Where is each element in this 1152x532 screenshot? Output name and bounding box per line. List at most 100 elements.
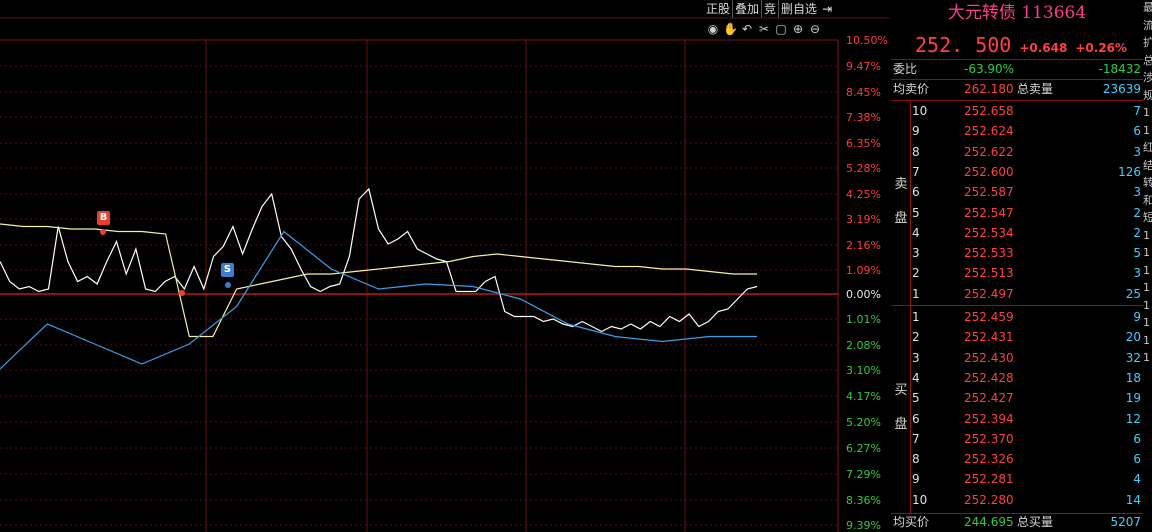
y-tick-label: 10.50% (846, 34, 888, 47)
edge-strip-char: 流 (1143, 18, 1152, 32)
ask-qty: 2 (1133, 225, 1141, 240)
y-tick-label: 7.29% (846, 468, 881, 481)
avg-sell-row: 均卖价 262.180 总卖量 23639 (891, 79, 1143, 99)
edge-strip-char: 1 (1143, 246, 1150, 259)
y-tick-label: 5.20% (846, 416, 881, 429)
ask-qty: 7 (1133, 104, 1141, 118)
total-buy-label: 总买量 (1017, 515, 1054, 529)
bid-row[interactable]: 8 252.326 6 (891, 449, 1143, 469)
security-name: 大元转债 (947, 3, 1016, 23)
y-tick-label: 6.27% (846, 442, 881, 455)
y-tick-label: 2.08% (846, 339, 881, 352)
ask-row[interactable]: 7 252.600 126 (891, 162, 1143, 182)
ask-level: 4 (912, 225, 920, 240)
ask-row[interactable]: 3 252.533 5 (891, 243, 1143, 263)
bid-qty: 14 (1125, 492, 1141, 507)
y-tick-label: 9.47% (846, 60, 881, 73)
edge-strip-char: 总 (1143, 53, 1152, 67)
bid-price: 252.394 (964, 411, 1014, 426)
ask-price: 252.513 (964, 266, 1014, 281)
edge-strip-char: 1 (1143, 123, 1150, 137)
ask-qty: 2 (1133, 205, 1141, 220)
bid-price: 252.370 (964, 431, 1014, 446)
ask-price: 252.658 (964, 104, 1014, 118)
edge-strip-char: 1 (1143, 263, 1150, 277)
ask-row[interactable]: 9 252.624 6 (891, 121, 1143, 141)
weibi-pct: -63.90% (964, 62, 1015, 76)
ask-row[interactable]: 6 252.587 3 (891, 182, 1143, 202)
ask-row[interactable]: 10 252.658 7 (891, 101, 1143, 121)
y-tick-label: 4.17% (846, 390, 881, 403)
ask-row[interactable]: 5 252.547 2 (891, 203, 1143, 223)
bid-row[interactable]: 4 252.428 18 (891, 368, 1143, 388)
marker-dot (225, 282, 231, 288)
zoom-out-icon[interactable]: ⊖ (808, 21, 822, 37)
bid-price: 252.281 (964, 472, 1014, 487)
y-tick-label: 1.01% (846, 313, 881, 326)
ask-price: 252.533 (964, 246, 1014, 261)
bid-level: 6 (912, 411, 920, 426)
chart-toolbar: 正股 叠加 竞 删自选 ⇥ (704, 0, 835, 18)
lock-icon[interactable]: ▢ (774, 21, 788, 37)
chart-tools: ◉ ✋ ↶ ✂ ▢ ⊕ ⊖ (706, 21, 822, 37)
ask-level: 9 (912, 124, 920, 139)
undo-icon[interactable]: ↶ (740, 21, 754, 37)
ask-level: 7 (912, 164, 920, 179)
bid-row[interactable]: 7 252.370 6 (891, 429, 1143, 449)
ask-qty: 6 (1133, 124, 1141, 139)
avg-sell-label: 均卖价 (893, 82, 930, 96)
ask-row[interactable]: 2 252.513 3 (891, 263, 1143, 283)
hand-icon[interactable]: ✋ (723, 21, 738, 37)
bid-row[interactable]: 6 252.394 12 (891, 409, 1143, 429)
bid-row[interactable]: 5 252.427 19 (891, 388, 1143, 408)
zoom-in-icon[interactable]: ⊕ (791, 21, 805, 37)
edge-strip-char: 1 (1143, 351, 1150, 364)
ask-level: 10 (912, 104, 928, 118)
scissors-icon[interactable]: ✂ (757, 21, 771, 37)
overlay-button[interactable]: 叠加 (732, 0, 761, 18)
remove-watchlist-button[interactable]: 删自选 (778, 0, 819, 18)
ask-level: 5 (912, 205, 920, 220)
divider (891, 305, 1143, 306)
chart-canvas[interactable] (0, 0, 890, 532)
edge-strip-char: 规 (1143, 88, 1152, 102)
y-tick-label: 8.45% (846, 86, 881, 99)
ask-price: 252.622 (964, 144, 1014, 159)
bid-row[interactable]: 1 252.459 9 (891, 307, 1143, 327)
y-tick-label: 5.28% (846, 162, 881, 175)
bid-row[interactable]: 2 252.431 20 (891, 327, 1143, 347)
y-tick-label: 0.00% (846, 288, 881, 301)
buy-marker[interactable]: B (97, 211, 110, 225)
collapse-icon[interactable]: ⇥ (819, 0, 835, 18)
edge-strip-char: 1 (1143, 281, 1150, 294)
auction-button[interactable]: 竞 (761, 0, 778, 18)
bid-price: 252.431 (964, 330, 1014, 345)
bid-level: 3 (912, 350, 920, 365)
intraday-chart[interactable]: 正股 叠加 竞 删自选 ⇥ ◉ ✋ ↶ ✂ ▢ ⊕ ⊖ 10.50% 9.47% 8… (0, 0, 890, 532)
ask-row[interactable]: 1 252.497 25 (891, 284, 1143, 304)
bid-qty: 20 (1125, 330, 1141, 345)
bid-qty: 18 (1125, 370, 1141, 385)
ask-level: 1 (912, 286, 920, 301)
edge-strip-char: 结 (1143, 158, 1152, 172)
edge-strip-char: 红 (1143, 141, 1152, 154)
y-tick-label: 1.09% (846, 264, 881, 277)
security-code: 113664 (1021, 3, 1087, 23)
bid-row[interactable]: 9 252.281 4 (891, 469, 1143, 489)
edge-strip-char: 最 (1143, 1, 1152, 14)
y-tick-label: 3.10% (846, 364, 881, 377)
underlying-stock-button[interactable]: 正股 (704, 0, 732, 18)
ask-row[interactable]: 4 252.534 2 (891, 223, 1143, 243)
eye-icon[interactable]: ◉ (706, 21, 720, 37)
sell-marker[interactable]: S (221, 263, 234, 277)
ask-row[interactable]: 8 252.622 3 (891, 142, 1143, 162)
edge-strip-char: 短 (1143, 211, 1152, 224)
total-sell-label: 总卖量 (1017, 82, 1054, 96)
bid-row[interactable]: 10 252.280 14 (891, 490, 1143, 510)
price-bar: 252. 500 +0.648 +0.26% (915, 33, 1127, 57)
bid-row[interactable]: 3 252.430 32 (891, 348, 1143, 368)
edge-strip-char: 1 (1143, 298, 1150, 312)
ask-qty: 3 (1133, 144, 1141, 159)
bid-price: 252.326 (964, 452, 1014, 467)
edge-strip-char: 转 (1143, 176, 1152, 189)
